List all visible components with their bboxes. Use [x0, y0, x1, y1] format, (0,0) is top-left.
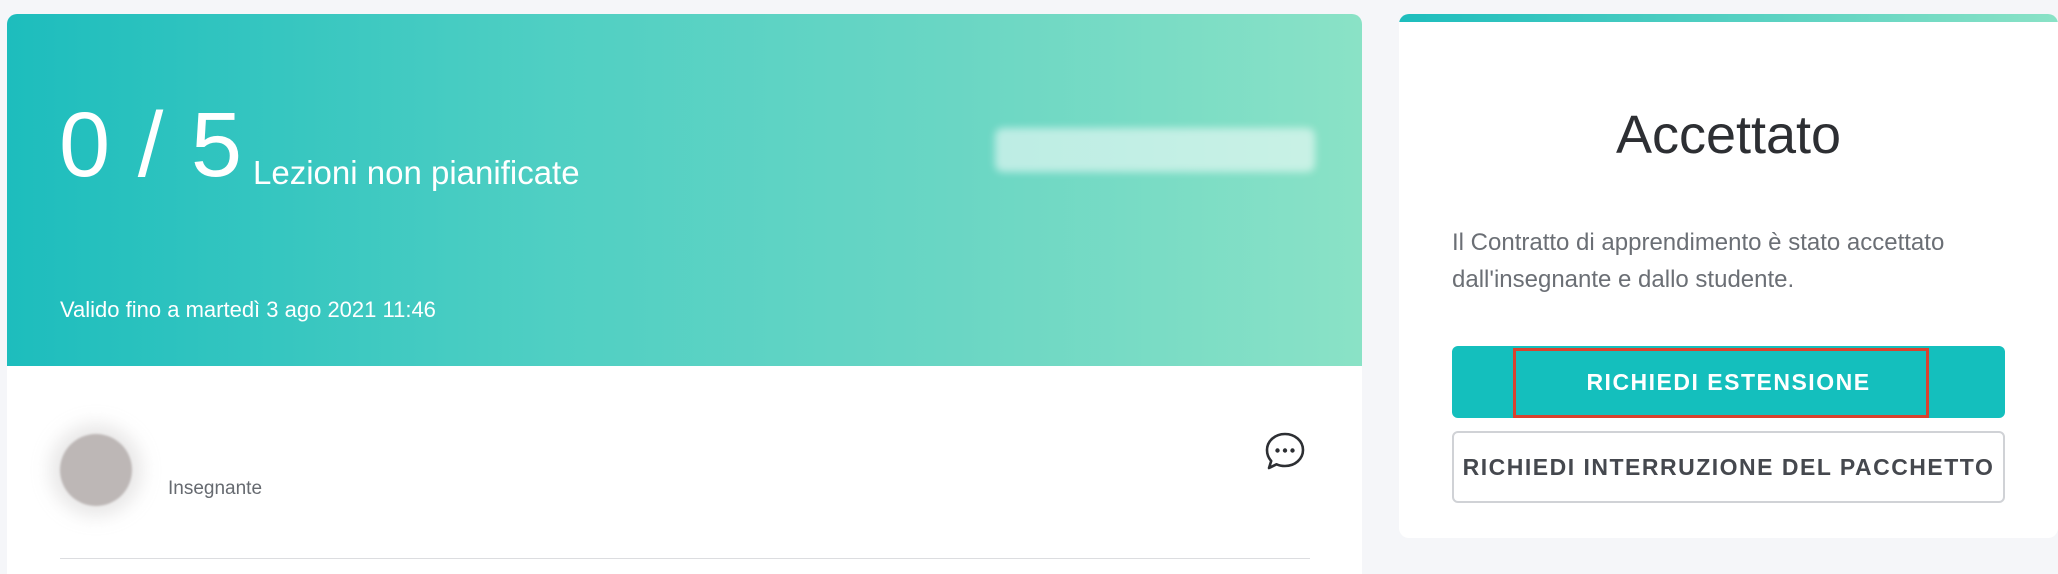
validity-date: martedì 3 ago 2021 11:46 — [185, 297, 436, 322]
accent-bar — [1399, 14, 2058, 22]
lessons-separator: / — [137, 94, 165, 196]
teacher-row: Insegnante — [7, 366, 1362, 574]
package-card: 0 / 5 Lezioni non pianificate Valido fin… — [7, 14, 1362, 574]
lessons-label: Lezioni non pianificate — [253, 154, 580, 191]
divider — [60, 558, 1310, 559]
request-interruption-label: RICHIEDI INTERRUZIONE DEL PACCHETTO — [1462, 454, 1995, 480]
validity-prefix: Valido fino a — [60, 297, 186, 322]
lessons-total: 5 — [190, 94, 244, 196]
contract-status-card: Accettato Il Contratto di apprendimento … — [1399, 14, 2058, 538]
chat-bubble-icon[interactable] — [1264, 431, 1306, 473]
teacher-avatar — [60, 434, 132, 506]
teacher-role: Insegnante — [168, 478, 263, 499]
request-extension-button[interactable]: RICHIEDI ESTENSIONE — [1452, 346, 2005, 418]
blurred-badge — [995, 128, 1315, 172]
status-title: Accettato — [1615, 105, 1842, 165]
lessons-used: 0 — [59, 94, 112, 196]
request-interruption-button[interactable]: RICHIEDI INTERRUZIONE DEL PACCHETTO — [1452, 431, 2005, 503]
status-description: Il Contratto di apprendimento è stato ac… — [1452, 229, 1945, 293]
validity-text: Valido fino a martedì 3 ago 2021 11:46 — [60, 297, 436, 323]
package-summary-banner: 0 / 5 Lezioni non pianificate Valido fin… — [7, 14, 1362, 366]
lessons-counter: 0 / 5 — [59, 99, 243, 191]
teacher-name-blurred — [167, 446, 291, 468]
